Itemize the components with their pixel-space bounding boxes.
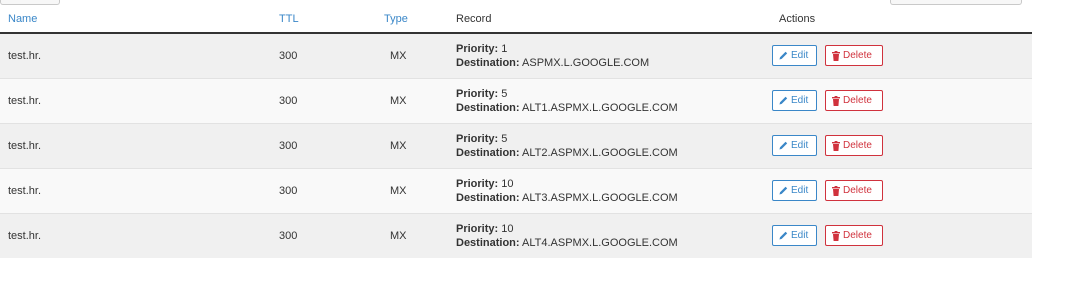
priority-label: Priority: <box>456 177 499 190</box>
record-details: Priority: 5 Destination: ALT2.ASPMX.L.GO… <box>448 122 772 168</box>
edit-button[interactable]: Edit <box>772 45 817 67</box>
priority-label: Priority: <box>456 132 499 145</box>
record-type: MX <box>378 167 448 213</box>
table-row: test.hr. 300 MX Priority: 10 Destination… <box>0 212 1032 258</box>
destination-value: ALT1.ASPMX.L.GOOGLE.COM <box>522 101 678 114</box>
column-header-type[interactable]: Type <box>378 5 448 34</box>
record-ttl: 300 <box>275 32 378 78</box>
priority-value: 1 <box>501 42 508 55</box>
record-name: test.hr. <box>0 77 275 123</box>
column-header-record: Record <box>448 5 772 34</box>
record-actions: Edit Delete <box>772 167 1032 213</box>
destination-value: ALT3.ASPMX.L.GOOGLE.COM <box>522 191 678 204</box>
column-header-name[interactable]: Name <box>0 5 275 34</box>
dns-records-table: Name TTL Type Record Actions test.hr. 30… <box>0 5 1032 258</box>
delete-button[interactable]: Delete <box>825 45 883 67</box>
destination-label: Destination: <box>456 236 520 249</box>
priority-label: Priority: <box>456 87 499 100</box>
record-ttl: 300 <box>275 122 378 168</box>
edit-button[interactable]: Edit <box>772 90 817 111</box>
destination-value: ALT4.ASPMX.L.GOOGLE.COM <box>522 236 678 249</box>
edit-label: Edit <box>791 230 809 242</box>
trash-icon <box>832 185 840 196</box>
table-header-row: Name TTL Type Record Actions <box>0 5 1032 34</box>
table-row: test.hr. 300 MX Priority: 1 Destination:… <box>0 32 1032 78</box>
destination-value: ALT2.ASPMX.L.GOOGLE.COM <box>522 146 678 159</box>
destination-label: Destination: <box>456 56 520 69</box>
record-details: Priority: 10 Destination: ALT4.ASPMX.L.G… <box>448 212 772 258</box>
record-details: Priority: 5 Destination: ALT1.ASPMX.L.GO… <box>448 77 772 123</box>
delete-button[interactable]: Delete <box>825 135 883 156</box>
record-ttl: 300 <box>275 167 378 213</box>
column-header-actions: Actions <box>772 5 1032 34</box>
trash-icon <box>832 50 840 61</box>
delete-label: Delete <box>843 230 872 242</box>
record-type: MX <box>378 77 448 123</box>
record-type: MX <box>378 212 448 258</box>
record-name: test.hr. <box>0 212 275 258</box>
record-actions: Edit Delete <box>772 32 1032 78</box>
delete-label: Delete <box>843 95 872 106</box>
trash-icon <box>832 140 840 151</box>
destination-value: ASPMX.L.GOOGLE.COM <box>522 56 650 69</box>
record-actions: Edit Delete <box>772 77 1032 123</box>
delete-label: Delete <box>843 140 872 151</box>
destination-label: Destination: <box>456 146 520 159</box>
pencil-icon <box>779 141 788 150</box>
delete-button[interactable]: Delete <box>825 90 883 111</box>
record-name: test.hr. <box>0 167 275 213</box>
table-row: test.hr. 300 MX Priority: 5 Destination:… <box>0 77 1032 123</box>
edit-label: Edit <box>791 50 809 62</box>
edit-label: Edit <box>791 185 809 196</box>
edit-label: Edit <box>791 95 809 106</box>
pencil-icon <box>779 186 788 195</box>
delete-label: Delete <box>843 185 872 196</box>
delete-button[interactable]: Delete <box>825 180 883 201</box>
destination-label: Destination: <box>456 191 520 204</box>
record-name: test.hr. <box>0 32 275 78</box>
table-row: test.hr. 300 MX Priority: 5 Destination:… <box>0 122 1032 168</box>
record-actions: Edit Delete <box>772 122 1032 168</box>
record-type: MX <box>378 32 448 78</box>
record-ttl: 300 <box>275 212 378 258</box>
priority-label: Priority: <box>456 222 499 235</box>
destination-label: Destination: <box>456 101 520 114</box>
edit-label: Edit <box>791 140 809 151</box>
record-type: MX <box>378 122 448 168</box>
pencil-icon <box>779 52 788 60</box>
priority-value: 10 <box>501 222 514 235</box>
record-details: Priority: 10 Destination: ALT3.ASPMX.L.G… <box>448 167 772 213</box>
table-row: test.hr. 300 MX Priority: 10 Destination… <box>0 167 1032 213</box>
edit-button[interactable]: Edit <box>772 225 817 247</box>
trash-icon <box>832 95 840 106</box>
edit-button[interactable]: Edit <box>772 180 817 201</box>
record-details: Priority: 1 Destination: ASPMX.L.GOOGLE.… <box>448 32 772 78</box>
column-header-ttl[interactable]: TTL <box>275 5 378 34</box>
priority-value: 5 <box>501 132 508 145</box>
delete-button[interactable]: Delete <box>825 225 883 247</box>
record-actions: Edit Delete <box>772 212 1032 258</box>
record-name: test.hr. <box>0 122 275 168</box>
priority-value: 10 <box>501 177 514 190</box>
trash-icon <box>832 230 840 241</box>
pencil-icon <box>779 232 788 240</box>
priority-value: 5 <box>501 87 508 100</box>
edit-button[interactable]: Edit <box>772 135 817 156</box>
record-ttl: 300 <box>275 77 378 123</box>
delete-label: Delete <box>843 50 872 62</box>
priority-label: Priority: <box>456 42 499 55</box>
pencil-icon <box>779 96 788 105</box>
